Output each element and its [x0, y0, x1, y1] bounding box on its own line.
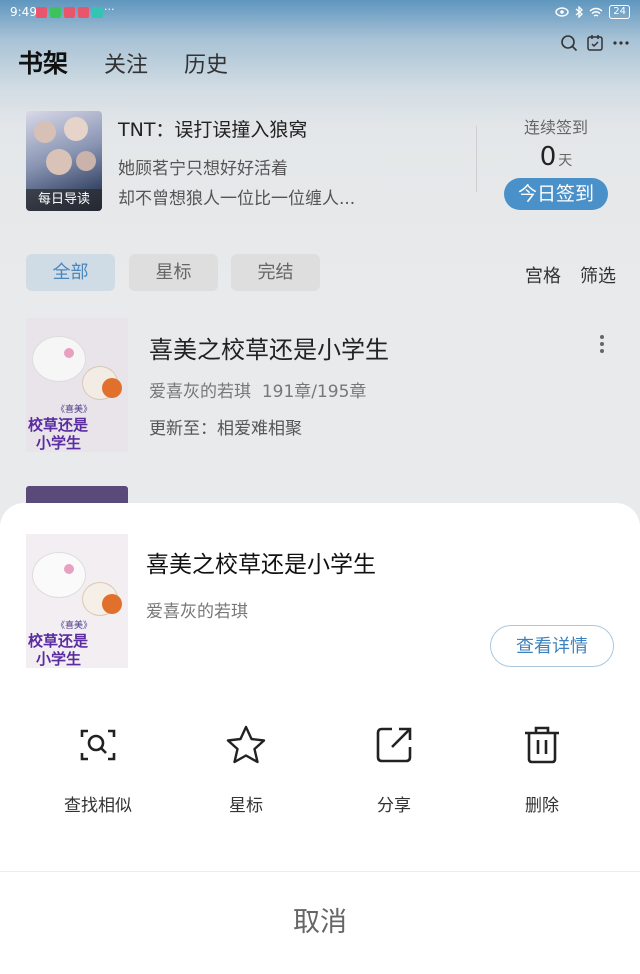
view-details-button[interactable]: 查看详情 [490, 625, 614, 667]
star-label: 星标 [229, 796, 263, 816]
cover-sheep [32, 552, 86, 598]
delete-label: 删除 [525, 796, 559, 816]
status-bar: 9:49 ··· 24 [0, 0, 640, 26]
cover-text-line-2: 小学生 [36, 434, 82, 452]
more-notifications-icon: ··· [104, 3, 115, 16]
checkin-label: 连续签到 [523, 118, 588, 137]
sheet-book-title: 喜美之校草还是小学生 [146, 552, 376, 578]
book-meta: 爱喜灰的若琪 191章/195章 [149, 377, 366, 402]
eye-icon [555, 7, 569, 17]
cancel-button[interactable]: 取消 [0, 872, 640, 974]
app-notification-icon [64, 7, 75, 18]
wifi-icon [589, 7, 603, 17]
cover-bow [64, 564, 74, 574]
cover-figure [34, 121, 56, 143]
more-icon[interactable] [612, 34, 630, 52]
top-tabs: 书架 关注 历史 [18, 44, 264, 80]
daily-title: TNT：误打误撞入狼窝 [118, 119, 308, 141]
book-title[interactable]: 喜美之校草还是小学生 [149, 330, 389, 365]
divider [476, 126, 477, 192]
checkin-button[interactable]: 今日签到 [504, 178, 608, 210]
trash-icon [520, 723, 564, 767]
daily-cover-image[interactable]: 每日导读 [26, 111, 102, 211]
bluetooth-icon [575, 6, 584, 18]
search-icon[interactable] [560, 34, 578, 52]
cover-figure [46, 149, 72, 175]
cover-bow [64, 348, 74, 358]
checkin-days-count: 0 [539, 142, 557, 172]
daily-recommendation[interactable]: 每日导读 TNT：误打误撞入狼窝 她顾茗宁只想好好活着 却不曾想狼人一位比一位缠… [0, 96, 640, 231]
share-label: 分享 [377, 796, 411, 816]
star-button[interactable]: 星标 [186, 723, 306, 816]
delete-button[interactable]: 删除 [482, 723, 602, 816]
share-button[interactable]: 分享 [334, 723, 454, 816]
cover-text-line-2: 小学生 [36, 650, 82, 668]
book-cover[interactable]: 《喜美》 校草还是 小学生 [26, 318, 128, 452]
book-author: 爱喜灰的若琪 [149, 382, 251, 402]
calendar-check-icon[interactable] [586, 34, 604, 52]
cover-figure [76, 151, 96, 171]
status-time: 9:49 [10, 5, 37, 19]
cover-scarf [102, 594, 122, 614]
notification-icons [36, 7, 103, 18]
daily-summary-line-1: 她顾茗宁只想好好活着 [118, 159, 288, 179]
bookshelf-screen: 9:49 ··· 24 书架 关注 历史 每日导读 TNT：误打误撞入狼窝 她顾… [0, 0, 640, 974]
star-icon [224, 723, 268, 767]
tab-following[interactable]: 关注 [104, 47, 148, 79]
sheet-book-author: 爱喜灰的若琪 [146, 602, 248, 622]
system-icons: 24 [555, 5, 630, 19]
top-actions [560, 34, 630, 52]
book-more-icon[interactable] [592, 332, 612, 360]
filter-button[interactable]: 筛选 [580, 262, 616, 288]
daily-cover-label: 每日导读 [26, 189, 102, 211]
cover-sheep [32, 336, 86, 382]
book-progress: 191章/195章 [261, 382, 367, 402]
cover-scarf [102, 378, 122, 398]
find-similar-label: 查找相似 [64, 796, 132, 816]
cover-figure [64, 117, 88, 141]
app-notification-icon [36, 7, 47, 18]
find-similar-icon [76, 723, 120, 767]
battery-level: 24 [609, 5, 630, 19]
filter-chip-all[interactable]: 全部 [26, 254, 115, 291]
app-notification-icon [78, 7, 89, 18]
daily-summary-line-2: 却不曾想狼人一位比一位缠人... [118, 189, 356, 209]
book-update: 更新至：相爱难相聚 [149, 419, 302, 439]
view-mode-toggle[interactable]: 宫格 [525, 262, 561, 288]
filter-chip-completed[interactable]: 完结 [231, 254, 320, 291]
wechat-notification-icon [50, 7, 61, 18]
find-similar-button[interactable]: 查找相似 [38, 723, 158, 816]
filter-chip-starred[interactable]: 星标 [129, 254, 218, 291]
checkin-days: 0天 [496, 142, 616, 172]
book-cover-partial[interactable] [26, 486, 128, 504]
app-notification-icon [92, 7, 103, 18]
tab-bookshelf[interactable]: 书架 [18, 44, 68, 80]
tab-history[interactable]: 历史 [184, 47, 228, 79]
share-icon [372, 723, 416, 767]
checkin-days-unit: 天 [558, 153, 573, 169]
book-action-sheet: 《喜美》 校草还是 小学生 喜美之校草还是小学生 爱喜灰的若琪 查看详情 查找相… [0, 503, 640, 974]
sheet-book-cover: 《喜美》 校草还是 小学生 [26, 534, 128, 668]
